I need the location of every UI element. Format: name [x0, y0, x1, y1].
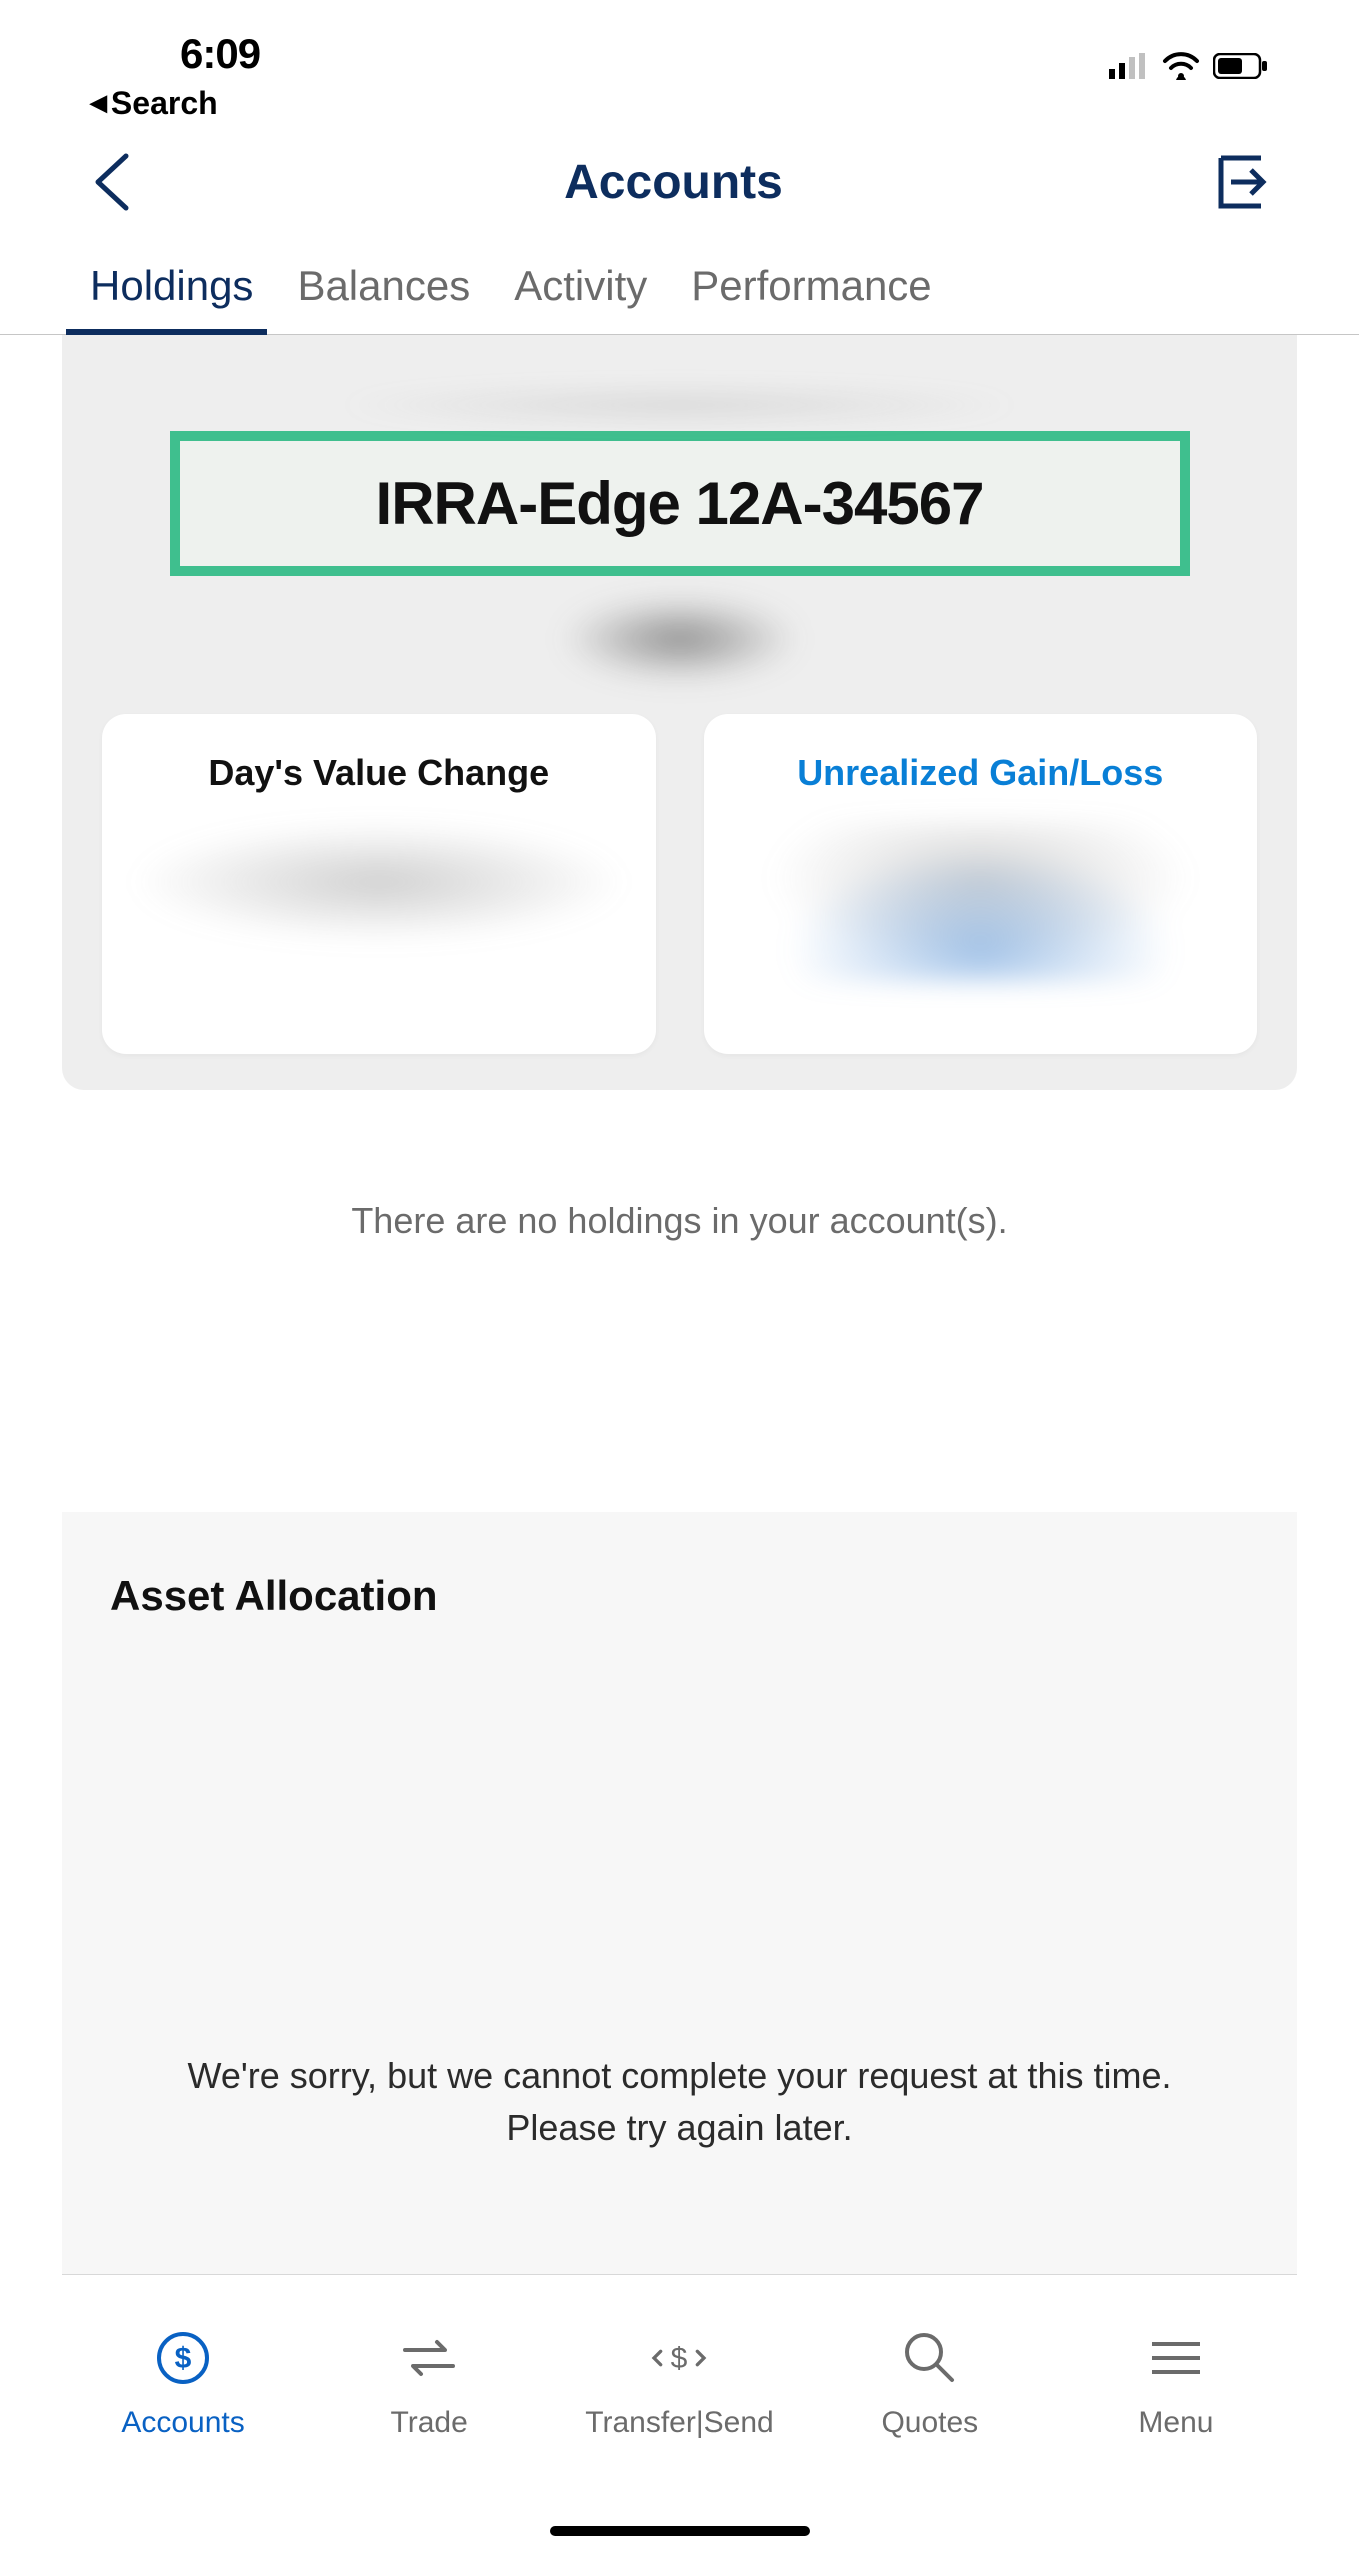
back-button[interactable] [90, 150, 134, 214]
day-value-change-card[interactable]: Day's Value Change [102, 714, 656, 1054]
card-title: Day's Value Change [130, 752, 628, 794]
tab-performance[interactable]: Performance [691, 244, 931, 334]
card-title: Unrealized Gain/Loss [732, 752, 1230, 794]
nav-accounts[interactable]: $ Accounts [93, 2328, 273, 2440]
asset-allocation-section: Asset Allocation We're sorry, but we can… [62, 1512, 1297, 2275]
nav-label: Transfer|Send [585, 2406, 773, 2440]
status-icons [1109, 30, 1269, 85]
error-line: Please try again later. [506, 2107, 852, 2148]
battery-icon [1213, 53, 1269, 84]
error-line: We're sorry, but we cannot complete your… [188, 2055, 1172, 2096]
account-name: IRRA-Edge 12A-34567 [220, 469, 1140, 538]
tab-balances[interactable]: Balances [297, 244, 470, 334]
tab-label: Holdings [90, 262, 253, 309]
tab-holdings[interactable]: Holdings [90, 244, 253, 334]
nav-label: Trade [391, 2406, 468, 2440]
trade-icon [399, 2328, 459, 2388]
redacted-text [333, 385, 1026, 425]
status-bar: 6:09 [0, 0, 1359, 85]
transfer-icon: $ [649, 2328, 709, 2388]
nav-menu[interactable]: Menu [1086, 2328, 1266, 2440]
back-to-search-button[interactable]: Search [90, 85, 218, 122]
tabs: Holdings Balances Activity Performance [0, 244, 1359, 335]
redacted-value [732, 822, 1230, 982]
page-title: Accounts [564, 155, 783, 210]
svg-text:$: $ [671, 2342, 688, 2375]
wifi-icon [1161, 52, 1201, 85]
dollar-circle-icon: $ [153, 2328, 213, 2388]
redacted-balance [550, 594, 810, 684]
search-icon [900, 2328, 960, 2388]
nav-label: Menu [1138, 2406, 1213, 2440]
asset-allocation-error: We're sorry, but we cannot complete your… [110, 2050, 1249, 2154]
nav-quotes[interactable]: Quotes [840, 2328, 1020, 2440]
tab-label: Balances [297, 262, 470, 309]
menu-icon [1146, 2328, 1206, 2388]
summary-cards-row: Day's Value Change Unrealized Gain/Loss [102, 714, 1257, 1054]
tab-label: Activity [514, 262, 647, 309]
tab-label: Performance [691, 262, 931, 309]
asset-allocation-title: Asset Allocation [110, 1572, 1249, 1620]
back-search-label: Search [111, 85, 218, 122]
account-summary: IRRA-Edge 12A-34567 Day's Value Change U… [62, 335, 1297, 1090]
cellular-icon [1109, 53, 1149, 84]
nav-label: Quotes [881, 2406, 978, 2440]
nav-transfer-send[interactable]: $ Transfer|Send [585, 2328, 773, 2440]
home-indicator[interactable] [550, 2526, 810, 2536]
tab-activity[interactable]: Activity [514, 244, 647, 334]
account-highlight-box: IRRA-Edge 12A-34567 [170, 431, 1190, 576]
redacted-value [130, 822, 628, 942]
unrealized-gain-loss-card[interactable]: Unrealized Gain/Loss [704, 714, 1258, 1054]
status-time: 6:09 [180, 30, 260, 78]
nav-header: Accounts [0, 115, 1359, 244]
bottom-nav: $ Accounts Trade $ Transfer|Send Quotes … [0, 2300, 1359, 2560]
no-holdings-message: There are no holdings in your account(s)… [0, 1200, 1359, 1242]
logout-button[interactable] [1213, 154, 1269, 210]
nav-label: Accounts [121, 2406, 244, 2440]
nav-trade[interactable]: Trade [339, 2328, 519, 2440]
svg-text:$: $ [175, 2342, 192, 2375]
